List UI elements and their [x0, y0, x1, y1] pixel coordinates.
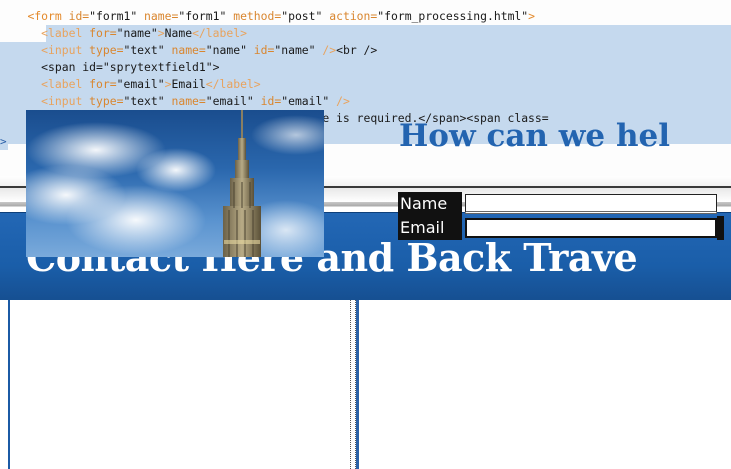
page-body — [0, 300, 731, 469]
code-token: <span id="sprytextfield1"> — [41, 60, 220, 74]
code-token: "name" — [116, 26, 158, 40]
email-label: Email — [398, 216, 462, 240]
code-token: "email" — [205, 94, 261, 108]
code-token: <input — [41, 94, 90, 108]
code-token: "name" — [205, 43, 254, 57]
code-token: for= — [89, 77, 117, 91]
code-token: > — [528, 9, 535, 23]
main-column — [356, 300, 731, 469]
code-token: id= — [260, 94, 282, 108]
code-token: for= — [89, 26, 117, 40]
code-token: "post" — [281, 9, 330, 23]
name-input[interactable] — [465, 194, 717, 214]
code-line[interactable]: <input type="text" name="email" id="emai… — [0, 93, 731, 110]
code-token: > — [157, 26, 165, 40]
line-wrap-marker: > — [0, 133, 8, 150]
code-token: /> — [322, 43, 337, 57]
code-token: /> — [336, 94, 350, 108]
code-token: "text" — [123, 43, 172, 57]
code-token: "form1" — [89, 9, 145, 23]
code-line[interactable]: <label for="email">Email</label> — [0, 76, 731, 93]
code-token: "email" — [116, 77, 165, 91]
code-token: name= — [171, 94, 206, 108]
code-token: type= — [89, 94, 124, 108]
name-label: Name — [398, 192, 462, 216]
code-token: <input — [41, 43, 90, 57]
code-token: "form1" — [178, 9, 234, 23]
email-row-end-cap — [717, 216, 724, 240]
code-line[interactable]: <span id="sprytextfield1"> — [0, 59, 731, 76]
code-line[interactable]: <input type="text" name="name" id="name"… — [0, 42, 731, 59]
code-token: name= — [144, 9, 179, 23]
code-token: id= — [253, 43, 275, 57]
email-input[interactable] — [465, 218, 717, 238]
code-token: Email — [171, 77, 206, 91]
sidebar-column-guide — [10, 300, 351, 469]
code-token: "email" — [281, 94, 337, 108]
code-token: <label — [41, 26, 90, 40]
sidebar-column — [8, 300, 356, 469]
code-token: "form_processing.html" — [377, 9, 529, 23]
code-token: "text" — [123, 94, 172, 108]
code-line[interactable]: <label for="name">Name</label> — [0, 25, 731, 42]
code-token: method= — [233, 9, 282, 23]
code-token: Name — [164, 26, 193, 40]
skyline-photo — [26, 110, 324, 257]
contact-heading: How can we hel — [399, 118, 670, 154]
code-token: <label — [41, 77, 90, 91]
skyline-photo-image — [26, 110, 324, 257]
code-token: <br /> — [336, 43, 378, 57]
code-token: type= — [89, 43, 124, 57]
code-token: id= — [68, 9, 90, 23]
code-line[interactable]: <form id="form1" name="form1" method="po… — [0, 8, 535, 25]
code-token: <form — [27, 9, 69, 23]
code-token: </label> — [192, 26, 247, 40]
code-token: action= — [329, 9, 378, 23]
code-token: </label> — [205, 77, 261, 91]
code-token: "name" — [274, 43, 323, 57]
code-token: name= — [171, 43, 206, 57]
